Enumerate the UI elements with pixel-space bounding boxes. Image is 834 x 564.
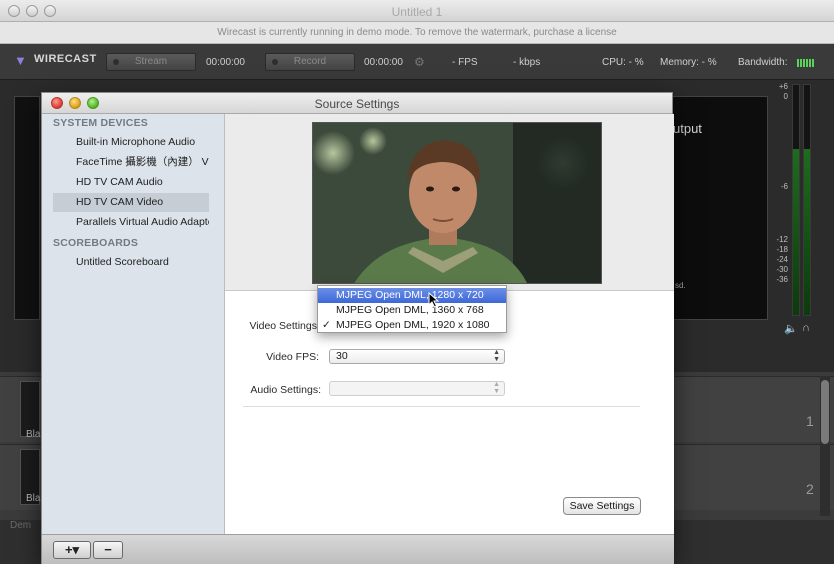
dialog-title: Source Settings [314, 97, 400, 111]
stream-indicator-icon [113, 59, 119, 65]
headphones-icon[interactable]: ∩ [802, 322, 810, 334]
menu-item-label: MJPEG Open DML, 1920 x 1080 [336, 319, 490, 331]
record-button[interactable]: Record [265, 53, 355, 71]
fps-readout: - FPS [452, 57, 478, 68]
popup-arrows-icon: ▲ ▼ [493, 381, 500, 395]
source-preview-pane [225, 114, 674, 291]
checkmark-icon: ✓ [322, 319, 331, 331]
record-indicator-icon [272, 59, 278, 65]
meter-tick: 0 [783, 92, 788, 102]
record-button-label: Record [293, 56, 327, 67]
record-settings-gear-icon[interactable]: ⚙ [414, 55, 425, 69]
meter-tick: -30 [776, 265, 788, 275]
bandwidth-label: Bandwidth: [738, 57, 788, 68]
remove-source-button[interactable]: − [93, 541, 123, 559]
video-option-1280x720[interactable]: MJPEG Open DML, 1280 x 720 [318, 288, 506, 303]
meter-tick: -36 [776, 275, 788, 285]
source-item-hdtv-cam-audio[interactable]: HD TV CAM Audio [53, 173, 209, 192]
menu-item-label: MJPEG Open DML, 1360 x 768 [336, 304, 484, 316]
popup-arrows-icon: ▲ ▼ [493, 349, 500, 363]
camera-preview-video [312, 122, 602, 284]
source-list-sidebar: SYSTEM DEVICES Built-in Microphone Audio… [42, 114, 225, 534]
stream-button[interactable]: Stream [106, 53, 196, 71]
bandwidth-meter [797, 58, 815, 70]
meter-tick: -24 [776, 254, 788, 264]
meter-tick: -6 [780, 182, 788, 192]
stream-timer: 00:00:00 [206, 57, 245, 68]
video-fps-label: Video FPS: [266, 351, 319, 363]
video-fps-popup[interactable]: 30 ▲ ▼ [329, 349, 505, 364]
layer-number: 1 [806, 413, 814, 429]
video-fps-value: 30 [336, 350, 348, 362]
save-settings-button[interactable]: Save Settings [563, 497, 641, 515]
video-settings-label: Video Settings [249, 320, 317, 332]
audio-settings-label: Audio Settings: [250, 384, 321, 396]
meter-tick: +6 [778, 82, 788, 91]
source-item-untitled-scoreboard[interactable]: Untitled Scoreboard [53, 253, 209, 272]
camera-preview-image [313, 123, 601, 283]
menu-item-label: MJPEG Open DML, 1280 x 720 [336, 289, 484, 301]
wirecast-logo-icon: ▼ [14, 53, 28, 68]
shot-label: Bla [26, 429, 41, 440]
wirecast-logo: ▼ WIRECAST [14, 53, 97, 68]
form-separator [243, 406, 640, 407]
preview-monitor [14, 96, 40, 320]
source-item-facetime-camera[interactable]: FaceTime 攝影機（內建） Vid [53, 153, 209, 172]
main-window-titlebar: Untitled 1 [0, 0, 834, 22]
shot-label: Bla [26, 493, 41, 504]
dialog-titlebar: Source Settings [42, 93, 672, 114]
layer-number: 2 [806, 481, 814, 497]
video-option-1920x1080[interactable]: ✓ MJPEG Open DML, 1920 x 1080 [318, 318, 506, 333]
layers-scrollbar[interactable] [820, 376, 830, 516]
output-label: utput [673, 121, 702, 136]
system-devices-header: SYSTEM DEVICES [53, 117, 148, 129]
add-source-button[interactable]: +▾ [53, 541, 91, 559]
meter-tick: -18 [776, 244, 788, 254]
output-subtext: sd. [675, 281, 686, 290]
stream-button-label: Stream [134, 56, 168, 67]
broadcast-toolbar: ▼ WIRECAST Stream 00:00:00 Record 00:00:0… [0, 44, 834, 80]
live-output-monitor: utput sd. [672, 96, 768, 320]
audio-meter-right [803, 84, 811, 316]
audio-meter-scale: +6 0 -6 -12 -18 -24 -30 -36 [768, 82, 788, 286]
meter-tick: -12 [776, 234, 788, 244]
source-item-hdtv-cam-video[interactable]: HD TV CAM Video [53, 193, 209, 212]
cpu-readout: CPU: - % [602, 57, 644, 68]
video-option-1360x768[interactable]: MJPEG Open DML, 1360 x 768 [318, 303, 506, 318]
demo-mode-banner: Wirecast is currently running in demo mo… [0, 22, 834, 44]
record-timer: 00:00:00 [364, 57, 403, 68]
audio-meter-left [792, 84, 800, 316]
main-window-title: Untitled 1 [391, 5, 443, 19]
source-item-builtin-mic[interactable]: Built-in Microphone Audio [53, 133, 209, 152]
wirecast-logo-text: WIRECAST [34, 53, 97, 65]
dialog-bottom-bar: +▾ − [42, 534, 674, 564]
kbps-readout: - kbps [513, 57, 541, 68]
audio-settings-popup[interactable]: ▲ ▼ [329, 381, 505, 396]
mouse-pointer-icon [428, 292, 440, 308]
scoreboards-header: SCOREBOARDS [53, 237, 139, 249]
video-settings-menu: MJPEG Open DML, 1280 x 720 MJPEG Open DM… [317, 285, 507, 333]
demo-tag: Dem [10, 520, 32, 531]
source-item-parallels-audio[interactable]: Parallels Virtual Audio Adapter [53, 213, 209, 232]
memory-readout: Memory: - % [660, 57, 717, 68]
speaker-icon[interactable]: 🔈 [784, 322, 798, 335]
